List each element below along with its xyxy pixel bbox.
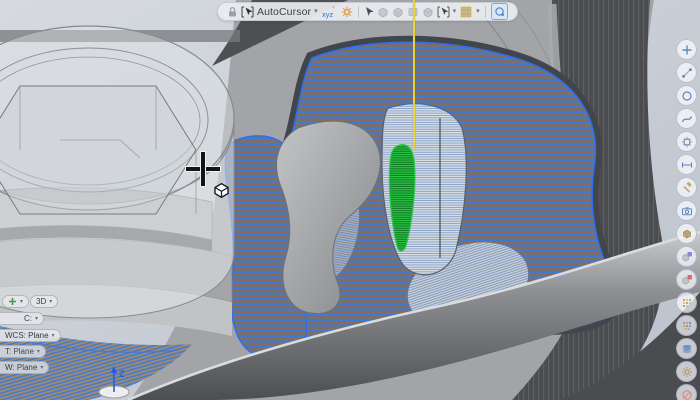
status-chip-label: 3D xyxy=(36,297,46,306)
prohibit-icon xyxy=(681,389,693,400)
chevron-down-icon: ▾ xyxy=(35,316,38,322)
gview-icon xyxy=(8,297,17,306)
status-chip-cplane[interactable]: C: ▾ xyxy=(0,312,44,325)
autocursor-mode-icon[interactable] xyxy=(241,4,254,19)
status-chip-label: W: Plane xyxy=(5,363,37,372)
solid-filter-icon-2[interactable] xyxy=(392,4,404,19)
selection-mode-icon[interactable] xyxy=(437,4,450,19)
autocursor-label: AutoCursor xyxy=(257,6,311,18)
chevron-down-icon[interactable]: ▾ xyxy=(314,8,318,15)
rail-button-ruler[interactable] xyxy=(676,154,697,175)
ruler-icon xyxy=(681,159,693,171)
rail-button-prohibit[interactable] xyxy=(676,384,697,400)
rail-button-rotate-box[interactable] xyxy=(676,131,697,152)
z-axis-arrow xyxy=(111,366,117,373)
status-chip-label: WCS: Plane xyxy=(5,331,49,340)
status-chip-gview[interactable]: ▾ xyxy=(2,295,29,308)
pixel-grid-color-icon xyxy=(681,320,693,332)
chevron-down-icon: ▾ xyxy=(49,299,52,305)
lock-icon[interactable] xyxy=(227,4,238,19)
cube-icon xyxy=(681,228,693,240)
selection-circle-button[interactable] xyxy=(491,3,508,20)
grid-snap-icon[interactable] xyxy=(459,4,473,19)
rail-button-gear[interactable] xyxy=(676,361,697,382)
tool-axis-line xyxy=(413,0,415,150)
autocursor-settings-icon[interactable] xyxy=(341,4,353,19)
rail-button-line-endpoints[interactable] xyxy=(676,62,697,83)
toolbar-separator xyxy=(358,6,359,18)
rail-button-hammer[interactable] xyxy=(676,177,697,198)
chevron-down-icon: ▾ xyxy=(40,365,43,371)
status-chip-label: T: Plane xyxy=(5,347,34,356)
layers-icon xyxy=(681,343,693,355)
rail-button-camera[interactable] xyxy=(676,200,697,221)
chevron-down-icon[interactable]: ▾ xyxy=(453,8,457,15)
solid-select-cube-icon xyxy=(212,181,231,200)
rotate-box-icon xyxy=(681,136,693,148)
toolbar-separator xyxy=(485,6,486,18)
chevron-down-icon: ▾ xyxy=(52,333,55,339)
rail-button-cube-subtract[interactable] xyxy=(676,269,697,290)
status-chip-wcs[interactable]: WCS: Plane ▾ xyxy=(0,329,61,342)
svg-text:*: * xyxy=(332,6,335,13)
rail-button-pixel-grid[interactable] xyxy=(676,292,697,313)
rail-button-plus[interactable] xyxy=(676,39,697,60)
chevron-down-icon: ▾ xyxy=(37,349,40,355)
camera-icon xyxy=(681,205,693,217)
chevron-down-icon[interactable]: ▾ xyxy=(476,8,480,15)
rail-button-pixel-grid-color[interactable] xyxy=(676,315,697,336)
status-chip-view[interactable]: W: Plane ▾ xyxy=(0,361,49,374)
hex-pocket xyxy=(0,86,196,214)
solid-filter-icon-1[interactable] xyxy=(377,4,389,19)
selection-arrow-icon[interactable] xyxy=(364,4,374,19)
pixel-grid-icon xyxy=(681,297,693,309)
gear-icon xyxy=(681,366,693,378)
autocursor-toolbar: AutoCursor ▾ xyz* ▾ ▾ xyxy=(217,2,518,21)
status-chip-tplane[interactable]: T: Plane ▾ xyxy=(0,345,46,358)
z-axis-label: Z xyxy=(119,369,125,379)
status-chip-3d[interactable]: 3D ▾ xyxy=(30,295,58,308)
line-endpoints-icon xyxy=(681,67,693,79)
quick-tools-rail xyxy=(676,39,697,400)
circle-icon xyxy=(681,90,693,102)
viewport-3d-scene[interactable] xyxy=(0,0,700,400)
rail-button-cube[interactable] xyxy=(676,223,697,244)
rail-button-spline[interactable] xyxy=(676,108,697,129)
axis-gnomon: Z xyxy=(92,360,136,400)
status-chip-label: C: xyxy=(24,314,32,323)
rail-button-circle[interactable] xyxy=(676,85,697,106)
chevron-down-icon: ▾ xyxy=(20,299,23,305)
rail-button-layers[interactable] xyxy=(676,338,697,359)
cube-add-icon xyxy=(681,251,693,263)
solid-filter-icon-4[interactable] xyxy=(422,4,434,19)
cube-subtract-icon xyxy=(681,274,693,286)
rail-button-cube-add[interactable] xyxy=(676,246,697,267)
xyz-fast-point-icon[interactable]: xyz* xyxy=(321,4,338,19)
spline-icon xyxy=(681,113,693,125)
plus-icon xyxy=(681,44,693,56)
cad-viewport-window: AutoCursor ▾ xyz* ▾ ▾ xyxy=(0,0,700,400)
hammer-icon xyxy=(681,182,693,194)
